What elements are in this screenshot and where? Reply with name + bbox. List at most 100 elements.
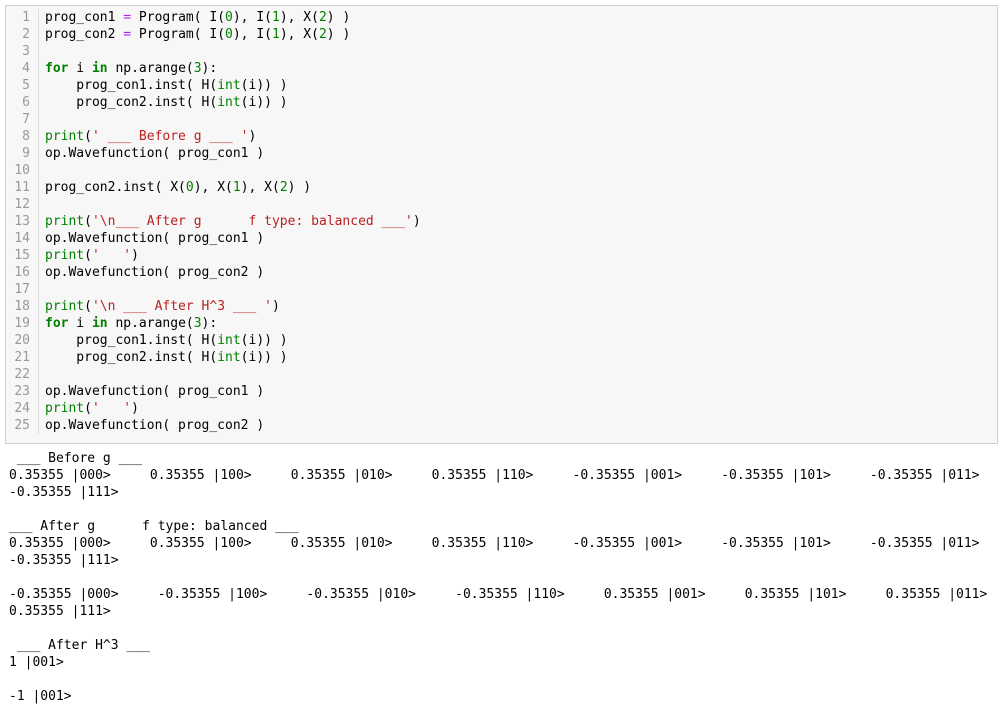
code-token: '\n___ After g f type: balanced ___' <box>91 214 413 229</box>
code-token: prog_con2.inst( H( <box>45 95 218 110</box>
code-line[interactable]: 22 <box>6 366 996 383</box>
code-token: ): <box>201 316 218 331</box>
code-token: Program( I( <box>131 10 226 25</box>
code-token: ' ___ Before g ___ ' <box>91 129 249 144</box>
code-token: prog_con1 <box>45 10 124 25</box>
code-token: ) <box>271 299 280 314</box>
code-cell[interactable]: 1 prog_con1 = Program( I(0), I(1), X(2) )… <box>5 5 998 444</box>
code-line[interactable]: 15 print(' ') <box>6 247 996 264</box>
code-token: print <box>45 299 85 314</box>
code-token: print <box>45 214 85 229</box>
output-line: 1 |001> <box>9 655 64 670</box>
code-line[interactable]: 17 <box>6 281 996 298</box>
code-token: op.Wavefunction( prog_con2 ) <box>45 265 265 280</box>
line-number: 3 <box>6 43 39 60</box>
line-number: 10 <box>6 162 39 179</box>
code-token: int <box>217 78 241 93</box>
line-number: 22 <box>6 366 39 383</box>
code-token: ), I( <box>232 10 272 25</box>
code-line[interactable]: 1 prog_con1 = Program( I(0), I(1), X(2) ) <box>6 9 996 26</box>
code-line[interactable]: 9 op.Wavefunction( prog_con1 ) <box>6 145 996 162</box>
code-line[interactable]: 14 op.Wavefunction( prog_con1 ) <box>6 230 996 247</box>
code-line[interactable]: 24 print(' ') <box>6 400 996 417</box>
line-number: 14 <box>6 230 39 247</box>
code-token: ) ) <box>287 180 312 195</box>
code-token: 1 <box>272 10 280 25</box>
code-token: prog_con1.inst( H( <box>45 78 218 93</box>
code-token: 3 <box>193 61 202 76</box>
line-number: 13 <box>6 213 39 230</box>
code-token: ( <box>84 299 92 314</box>
code-token: prog_con1.inst( H( <box>45 333 218 348</box>
code-token: 1 <box>272 27 280 42</box>
line-number: 5 <box>6 77 39 94</box>
code-token: ' ' <box>91 401 132 416</box>
code-token: print <box>45 401 85 416</box>
code-token: for <box>45 316 69 331</box>
code-line[interactable]: 18 print('\n ___ After H^3 ___ ') <box>6 298 996 315</box>
code-line[interactable]: 7 <box>6 111 996 128</box>
code-token: i <box>68 61 92 76</box>
code-token: ) ) <box>326 27 351 42</box>
code-token: 2 <box>318 10 327 25</box>
code-token: (i)) ) <box>240 350 288 365</box>
output-line: -1 |001> <box>9 689 72 704</box>
code-token: op.Wavefunction( prog_con1 ) <box>45 384 265 399</box>
output-line: ___ After H^3 ___ <box>9 638 150 653</box>
code-token: int <box>217 333 241 348</box>
code-line[interactable]: 11 prog_con2.inst( X(0), X(1), X(2) ) <box>6 179 996 196</box>
code-token: ), X( <box>279 27 319 42</box>
code-token: op.Wavefunction( prog_con1 ) <box>45 231 265 246</box>
line-number: 17 <box>6 281 39 298</box>
output-line: -0.35355 |000> -0.35355 |100> -0.35355 |… <box>9 587 988 602</box>
line-number: 25 <box>6 417 39 434</box>
line-number: 12 <box>6 196 39 213</box>
code-line[interactable]: 23 op.Wavefunction( prog_con1 ) <box>6 383 996 400</box>
line-number: 11 <box>6 179 39 196</box>
code-token: ) <box>248 129 257 144</box>
line-number: 9 <box>6 145 39 162</box>
code-line[interactable]: 6 prog_con2.inst( H(int(i)) ) <box>6 94 996 111</box>
line-number: 21 <box>6 349 39 366</box>
code-token: ' ' <box>91 248 132 263</box>
line-number: 6 <box>6 94 39 111</box>
output-line: -0.35355 |111> <box>9 485 119 500</box>
code-line[interactable]: 10 <box>6 162 996 179</box>
code-line[interactable]: 21 prog_con2.inst( H(int(i)) ) <box>6 349 996 366</box>
code-token: np.arange( <box>107 316 194 331</box>
code-token: ( <box>84 248 92 263</box>
code-line[interactable]: 25 op.Wavefunction( prog_con2 ) <box>6 417 996 434</box>
code-token: ) <box>131 248 139 263</box>
code-line[interactable]: 19 for i in np.arange(3): <box>6 315 996 332</box>
code-line[interactable]: 8 print(' ___ Before g ___ ') <box>6 128 996 145</box>
code-line[interactable]: 13 print('\n___ After g f type: balanced … <box>6 213 996 230</box>
code-token: ): <box>201 61 218 76</box>
code-line[interactable]: 4 for i in np.arange(3): <box>6 60 996 77</box>
code-token: int <box>217 350 241 365</box>
code-token: = <box>123 27 132 42</box>
code-token: 1 <box>232 180 241 195</box>
line-number: 2 <box>6 26 39 43</box>
code-line[interactable]: 16 op.Wavefunction( prog_con2 ) <box>6 264 996 281</box>
code-token: 0 <box>225 10 233 25</box>
line-number: 16 <box>6 264 39 281</box>
code-token: np.arange( <box>107 61 194 76</box>
code-token: int <box>217 95 241 110</box>
code-line[interactable]: 12 <box>6 196 996 213</box>
code-token: prog_con2.inst( X( <box>45 180 186 195</box>
code-token: = <box>123 10 132 25</box>
code-token: (i)) ) <box>240 78 288 93</box>
code-token: ( <box>84 129 92 144</box>
output-line: ___ Before g ___ <box>9 451 143 466</box>
code-token: ), X( <box>279 10 319 25</box>
code-token: prog_con2.inst( H( <box>45 350 218 365</box>
line-number: 4 <box>6 60 39 77</box>
code-line[interactable]: 2 prog_con2 = Program( I(0), I(1), X(2) ) <box>6 26 996 43</box>
code-token: ), I( <box>232 27 272 42</box>
code-token: ( <box>84 214 92 229</box>
code-line[interactable]: 3 <box>6 43 996 60</box>
code-line[interactable]: 20 prog_con1.inst( H(int(i)) ) <box>6 332 996 349</box>
code-line[interactable]: 5 prog_con1.inst( H(int(i)) ) <box>6 77 996 94</box>
code-token: 2 <box>318 27 327 42</box>
code-token: print <box>45 129 85 144</box>
